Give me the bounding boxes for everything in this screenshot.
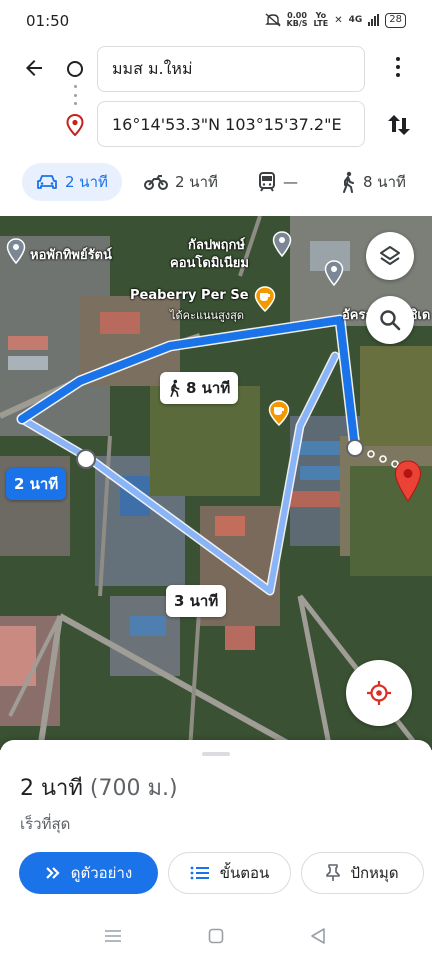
status-time: 01:50 (26, 12, 70, 30)
pushpin-icon (326, 864, 341, 881)
recents-button[interactable] (101, 924, 125, 948)
swap-icon[interactable] (384, 110, 414, 140)
more-options-button[interactable] (386, 54, 410, 80)
pin-button[interactable]: ปักหมุด (301, 852, 424, 894)
home-button[interactable] (204, 924, 228, 948)
route-badge-alt-label: 3 นาที (174, 592, 219, 610)
steps-button-label: ขั้นตอน (219, 864, 270, 882)
travel-mode-tabs: 2 นาที 2 นาที — 8 นาที (0, 160, 432, 206)
destination-field[interactable]: 16°14'53.3"N 103°15'37.2"E (97, 101, 365, 147)
route-dots-icon (73, 85, 77, 105)
menu-lines-icon (105, 930, 121, 942)
my-location-button[interactable] (346, 660, 412, 726)
trip-summary: 2 นาที (700 ม.) (20, 770, 178, 805)
mode-tab-transit-label: — (283, 173, 298, 191)
layers-button[interactable] (366, 232, 414, 280)
route-badge-walk-label: 8 นาที (186, 379, 231, 397)
search-icon (380, 310, 401, 331)
preview-button-label: ดูตัวอย่าง (70, 864, 133, 882)
battery-indicator: 28 (385, 12, 406, 28)
map-label-cafe[interactable]: Peaberry Per Se (130, 288, 249, 303)
signal-icon (368, 14, 380, 26)
route-badge-alt[interactable]: 3 นาที (166, 585, 227, 617)
search-along-route-button[interactable] (366, 296, 414, 344)
car-icon (37, 175, 57, 189)
volte-bottom: LTE (313, 19, 329, 28)
network-type: 4G (348, 15, 363, 25)
destination-marker-icon[interactable] (394, 460, 422, 502)
map-view[interactable]: หอพักทิพย์รัตน์ กัลปพฤกษ์ คอนโดมิเนียม P… (0, 216, 432, 750)
coffee-pin-icon[interactable] (268, 400, 290, 426)
poi-pin-icon[interactable] (324, 260, 344, 286)
map-label-dorm[interactable]: หอพักทิพย์รัตน์ (30, 244, 112, 265)
status-icons: 0.00 KB/S Yo LTE ✕ 4G 28 (264, 12, 406, 28)
mode-tab-motorcycle[interactable]: 2 นาที (144, 163, 218, 201)
route-badge-walk[interactable]: 8 นาที (160, 372, 239, 404)
system-nav-bar (0, 912, 432, 960)
layers-icon (380, 246, 400, 265)
walk-icon (170, 379, 180, 397)
coffee-pin-icon[interactable] (254, 286, 276, 312)
triangle-back-icon (311, 928, 325, 944)
volte-indicator: Yo LTE (314, 12, 329, 28)
route-badge-primary-label: 2 นาที (14, 475, 59, 493)
mode-tab-drive-label: 2 นาที (65, 173, 108, 191)
trip-note: เร็วที่สุด (20, 815, 71, 833)
mode-tab-walk[interactable]: 8 นาที (340, 163, 406, 201)
origin-circle-icon (67, 61, 83, 77)
destination-pin-icon (66, 114, 84, 136)
map-label-condo-line2[interactable]: คอนโดมิเนียม (170, 252, 249, 273)
square-home-icon (208, 928, 224, 944)
walk-icon (343, 171, 354, 193)
list-icon (190, 866, 209, 880)
map-label-cafe-sub: ได้คะแนนสูงสุด (170, 309, 245, 322)
steps-button[interactable]: ขั้นตอน (168, 852, 291, 894)
transit-icon (259, 172, 275, 192)
poi-pin-icon[interactable] (6, 238, 26, 264)
network-speed-unit: KB/S (286, 19, 308, 28)
motorcycle-icon (144, 175, 168, 190)
preview-button[interactable]: ดูตัวอย่าง (19, 852, 158, 894)
back-nav-button[interactable] (306, 924, 330, 948)
mode-tab-motorcycle-label: 2 นาที (175, 173, 218, 191)
mode-tab-transit[interactable]: — (258, 163, 298, 201)
mode-tab-walk-label: 8 นาที (363, 173, 406, 191)
trip-duration: 2 นาที (20, 776, 83, 801)
pin-button-label: ปักหมุด (350, 864, 399, 882)
trip-distance: (700 ม.) (89, 776, 178, 801)
mode-tab-drive[interactable]: 2 นาที (22, 163, 122, 201)
location-target-icon (367, 681, 391, 705)
poi-pin-icon[interactable] (272, 231, 292, 257)
mute-icon (264, 13, 281, 27)
network-speed: 0.00 KB/S (287, 12, 308, 28)
back-arrow-icon (26, 60, 42, 76)
origin-field[interactable]: มมส ม.ใหม่ (97, 46, 365, 92)
route-badge-primary[interactable]: 2 นาที (6, 468, 67, 500)
no-signal-icon: ✕ (334, 14, 343, 26)
drag-handle[interactable] (202, 752, 230, 756)
double-chevron-right-icon (45, 867, 60, 879)
back-button[interactable] (18, 52, 50, 84)
status-bar: 01:50 0.00 KB/S Yo LTE ✕ 4G 28 (0, 0, 432, 42)
